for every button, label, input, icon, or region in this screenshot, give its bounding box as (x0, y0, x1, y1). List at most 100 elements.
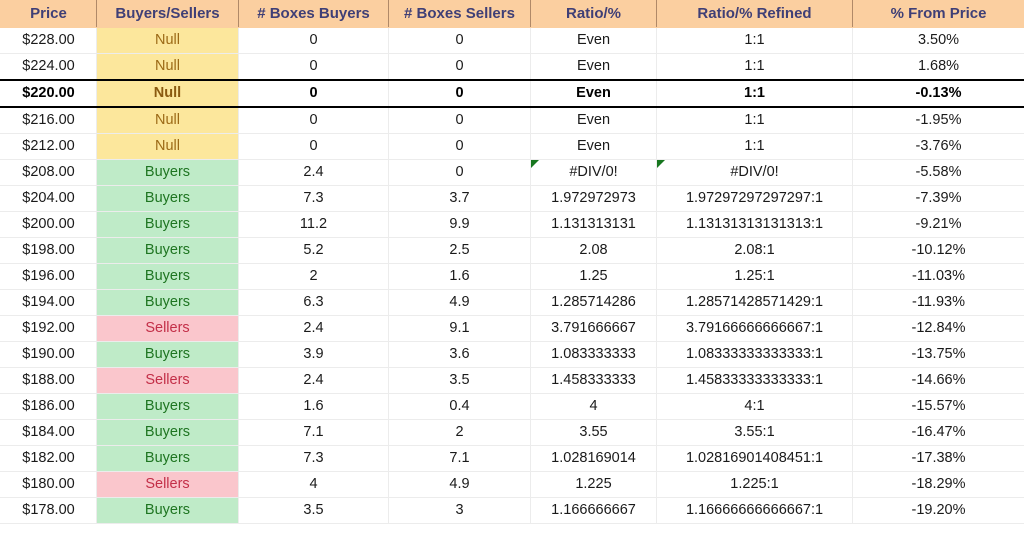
cell-ratio-pct[interactable]: 1.972972973 (530, 185, 657, 212)
cell-buyers-sellers[interactable]: Null (96, 133, 239, 160)
cell-boxes-sellers[interactable]: 9.1 (388, 315, 531, 342)
table-row[interactable]: $212.00 Null 0 0 Even 1:1 -3.76% (0, 133, 1024, 160)
table-row[interactable]: $192.00 Sellers 2.4 9.1 3.791666667 3.7916666… (0, 315, 1024, 342)
cell-buyers-sellers[interactable]: Null (96, 53, 239, 81)
cell-buyers-sellers[interactable]: Buyers (96, 341, 239, 368)
cell-boxes-buyers[interactable]: 3.9 (238, 341, 389, 368)
cell-pct-from-price[interactable]: -16.47% (852, 419, 1024, 446)
cell-pct-from-price[interactable]: 1.68% (852, 53, 1024, 81)
cell-price[interactable]: $204.00 (0, 185, 97, 212)
cell-pct-from-price[interactable]: 3.50% (852, 27, 1024, 54)
cell-ratio-refined[interactable]: 1.13131313131313:1 (656, 211, 853, 238)
cell-price[interactable]: $228.00 (0, 27, 97, 54)
cell-ratio-pct[interactable]: 1.25 (530, 263, 657, 290)
cell-ratio-pct[interactable]: Even (530, 27, 657, 54)
cell-ratio-refined[interactable]: 4:1 (656, 393, 853, 420)
cell-price[interactable]: $180.00 (0, 471, 97, 498)
cell-price[interactable]: $196.00 (0, 263, 97, 290)
cell-buyers-sellers[interactable]: Buyers (96, 445, 239, 472)
cell-ratio-pct[interactable]: Even (530, 79, 657, 108)
cell-pct-from-price[interactable]: -12.84% (852, 315, 1024, 342)
cell-ratio-refined[interactable]: 2.08:1 (656, 237, 853, 264)
cell-buyers-sellers[interactable]: Buyers (96, 237, 239, 264)
cell-ratio-pct[interactable]: 1.285714286 (530, 289, 657, 316)
cell-boxes-buyers[interactable]: 0 (238, 107, 389, 134)
cell-pct-from-price[interactable]: -11.03% (852, 263, 1024, 290)
table-row[interactable]: $194.00 Buyers 6.3 4.9 1.285714286 1.28571428… (0, 289, 1024, 316)
cell-price[interactable]: $200.00 (0, 211, 97, 238)
cell-boxes-buyers[interactable]: 3.5 (238, 497, 389, 524)
cell-boxes-sellers[interactable]: 0 (388, 53, 531, 81)
cell-ratio-refined[interactable]: 1:1 (656, 133, 853, 160)
table-row[interactable]: $196.00 Buyers 2 1.6 1.25 1.25:1 -11.03% (0, 263, 1024, 290)
cell-ratio-pct[interactable]: Even (530, 107, 657, 134)
cell-pct-from-price[interactable]: -10.12% (852, 237, 1024, 264)
cell-boxes-buyers[interactable]: 11.2 (238, 211, 389, 238)
table-row[interactable]: $200.00 Buyers 11.2 9.9 1.131313131 1.1313131… (0, 211, 1024, 238)
cell-price[interactable]: $192.00 (0, 315, 97, 342)
cell-price[interactable]: $184.00 (0, 419, 97, 446)
column-header-boxes-sellers[interactable]: # Boxes Sellers (388, 0, 531, 28)
column-header-ratio-pct[interactable]: Ratio/% (530, 0, 657, 28)
cell-boxes-buyers[interactable]: 1.6 (238, 393, 389, 420)
cell-price[interactable]: $220.00 (0, 79, 97, 108)
table-row[interactable]: $190.00 Buyers 3.9 3.6 1.083333333 1.08333333… (0, 341, 1024, 368)
cell-ratio-pct[interactable]: 1.225 (530, 471, 657, 498)
cell-boxes-buyers[interactable]: 4 (238, 471, 389, 498)
table-row[interactable]: $216.00 Null 0 0 Even 1:1 -1.95% (0, 107, 1024, 134)
cell-boxes-sellers[interactable]: 0.4 (388, 393, 531, 420)
cell-boxes-buyers[interactable]: 6.3 (238, 289, 389, 316)
cell-pct-from-price[interactable]: -5.58% (852, 159, 1024, 186)
table-row[interactable]: $178.00 Buyers 3.5 3 1.166666667 1.1666666666… (0, 497, 1024, 524)
cell-ratio-refined[interactable]: 1.45833333333333:1 (656, 367, 853, 394)
cell-pct-from-price[interactable]: -14.66% (852, 367, 1024, 394)
cell-buyers-sellers[interactable]: Sellers (96, 471, 239, 498)
cell-boxes-sellers[interactable]: 2.5 (388, 237, 531, 264)
cell-ratio-refined[interactable]: 1:1 (656, 53, 853, 81)
cell-pct-from-price[interactable]: -18.29% (852, 471, 1024, 498)
cell-boxes-buyers[interactable]: 7.3 (238, 185, 389, 212)
cell-ratio-pct[interactable]: 1.458333333 (530, 367, 657, 394)
cell-buyers-sellers[interactable]: Null (96, 79, 239, 108)
cell-buyers-sellers[interactable]: Buyers (96, 185, 239, 212)
cell-boxes-sellers[interactable]: 0 (388, 79, 531, 108)
table-row[interactable]: $184.00 Buyers 7.1 2 3.55 3.55:1 -16.47% (0, 419, 1024, 446)
cell-buyers-sellers[interactable]: Buyers (96, 289, 239, 316)
cell-ratio-pct[interactable]: Even (530, 53, 657, 81)
cell-ratio-pct[interactable]: 1.028169014 (530, 445, 657, 472)
cell-boxes-sellers[interactable]: 1.6 (388, 263, 531, 290)
cell-price[interactable]: $194.00 (0, 289, 97, 316)
cell-ratio-refined[interactable]: 1.02816901408451:1 (656, 445, 853, 472)
cell-ratio-pct[interactable]: 1.131313131 (530, 211, 657, 238)
cell-ratio-pct[interactable]: 4 (530, 393, 657, 420)
cell-pct-from-price[interactable]: -1.95% (852, 107, 1024, 134)
cell-price[interactable]: $182.00 (0, 445, 97, 472)
cell-ratio-refined[interactable]: 1.08333333333333:1 (656, 341, 853, 368)
cell-buyers-sellers[interactable]: Sellers (96, 315, 239, 342)
cell-boxes-sellers[interactable]: 0 (388, 107, 531, 134)
table-row[interactable]: $180.00 Sellers 4 4.9 1.225 1.225:1 -18.29% (0, 471, 1024, 498)
cell-ratio-refined[interactable]: 1.225:1 (656, 471, 853, 498)
cell-buyers-sellers[interactable]: Null (96, 107, 239, 134)
cell-pct-from-price[interactable]: -11.93% (852, 289, 1024, 316)
cell-price[interactable]: $216.00 (0, 107, 97, 134)
cell-boxes-buyers[interactable]: 7.1 (238, 419, 389, 446)
cell-boxes-sellers[interactable]: 0 (388, 133, 531, 160)
cell-price[interactable]: $198.00 (0, 237, 97, 264)
cell-pct-from-price[interactable]: -7.39% (852, 185, 1024, 212)
cell-boxes-sellers[interactable]: 0 (388, 27, 531, 54)
cell-ratio-refined[interactable]: 1.25:1 (656, 263, 853, 290)
cell-boxes-sellers[interactable]: 3.7 (388, 185, 531, 212)
cell-buyers-sellers[interactable]: Null (96, 27, 239, 54)
cell-boxes-buyers[interactable]: 0 (238, 79, 389, 108)
table-row[interactable]: $220.00 Null 0 0 Even 1:1 -0.13% (0, 79, 1024, 108)
table-row[interactable]: $182.00 Buyers 7.3 7.1 1.028169014 1.02816901… (0, 445, 1024, 472)
cell-pct-from-price[interactable]: -9.21% (852, 211, 1024, 238)
table-row[interactable]: $204.00 Buyers 7.3 3.7 1.972972973 1.97297297… (0, 185, 1024, 212)
cell-price[interactable]: $224.00 (0, 53, 97, 81)
cell-boxes-sellers[interactable]: 4.9 (388, 471, 531, 498)
table-row[interactable]: $186.00 Buyers 1.6 0.4 4 4:1 -15.57% (0, 393, 1024, 420)
cell-boxes-sellers[interactable]: 4.9 (388, 289, 531, 316)
cell-ratio-refined[interactable]: 1.16666666666667:1 (656, 497, 853, 524)
cell-ratio-refined[interactable]: 1.97297297297297:1 (656, 185, 853, 212)
